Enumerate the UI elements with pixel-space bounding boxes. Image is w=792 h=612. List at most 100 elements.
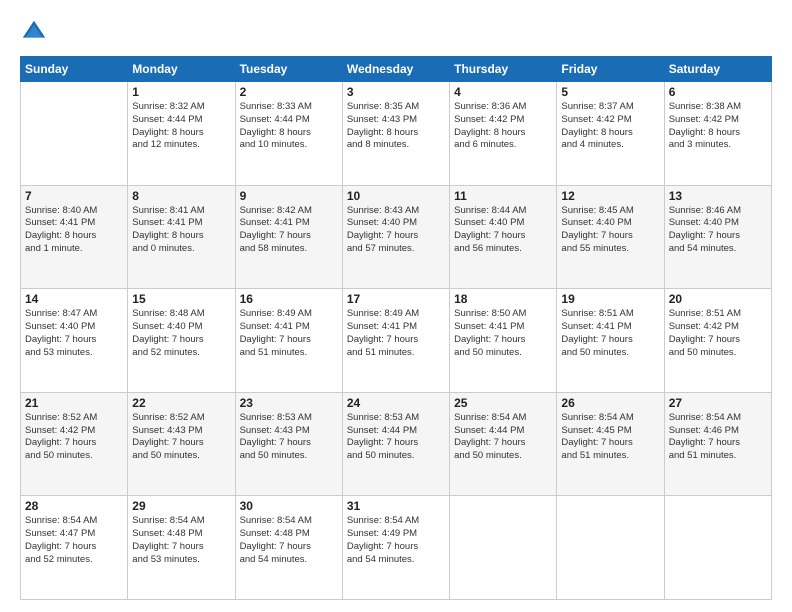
cell-daylight-info: Sunrise: 8:48 AM Sunset: 4:40 PM Dayligh… (132, 308, 230, 359)
day-number: 20 (669, 292, 767, 306)
cell-daylight-info: Sunrise: 8:54 AM Sunset: 4:45 PM Dayligh… (561, 412, 659, 463)
calendar-cell (450, 496, 557, 600)
weekday-header-monday: Monday (128, 57, 235, 82)
calendar-cell: 5 Sunrise: 8:37 AM Sunset: 4:42 PM Daylig… (557, 82, 664, 186)
calendar-cell: 16 Sunrise: 8:49 AM Sunset: 4:41 PM Dayli… (235, 289, 342, 393)
calendar-cell: 3Sunrise: 8:35 AM Sunset: 4:43 PM Daylig… (342, 82, 449, 186)
calendar-cell: 9Sunrise: 8:42 AM Sunset: 4:41 PM Daylig… (235, 185, 342, 289)
day-number: 25 (454, 396, 552, 410)
calendar-week-row: 14 Sunrise: 8:47 AM Sunset: 4:40 PM Dayli… (21, 289, 772, 393)
weekday-header-tuesday: Tuesday (235, 57, 342, 82)
day-number: 16 (240, 292, 338, 306)
cell-daylight-info: Sunrise: 8:46 AM Sunset: 4:40 PM Dayligh… (669, 205, 767, 256)
calendar-cell: 30Sunrise: 8:54 AM Sunset: 4:48 PM Dayli… (235, 496, 342, 600)
weekday-header-saturday: Saturday (664, 57, 771, 82)
day-number: 22 (132, 396, 230, 410)
calendar-cell: 26Sunrise: 8:54 AM Sunset: 4:45 PM Dayli… (557, 392, 664, 496)
calendar-cell: 19 Sunrise: 8:51 AM Sunset: 4:41 PM Dayli… (557, 289, 664, 393)
calendar-week-row: 7 Sunrise: 8:40 AM Sunset: 4:41 PM Daylig… (21, 185, 772, 289)
calendar-cell: 21 Sunrise: 8:52 AM Sunset: 4:42 PM Dayli… (21, 392, 128, 496)
cell-daylight-info: Sunrise: 8:51 AM Sunset: 4:41 PM Dayligh… (561, 308, 659, 359)
weekday-header-friday: Friday (557, 57, 664, 82)
cell-daylight-info: Sunrise: 8:45 AM Sunset: 4:40 PM Dayligh… (561, 205, 659, 256)
day-number: 21 (25, 396, 123, 410)
day-number: 7 (25, 189, 123, 203)
header (20, 18, 772, 46)
logo (20, 18, 52, 46)
cell-daylight-info: Sunrise: 8:47 AM Sunset: 4:40 PM Dayligh… (25, 308, 123, 359)
calendar-cell: 4Sunrise: 8:36 AM Sunset: 4:42 PM Daylig… (450, 82, 557, 186)
calendar-cell: 12 Sunrise: 8:45 AM Sunset: 4:40 PM Dayli… (557, 185, 664, 289)
calendar-cell: 22 Sunrise: 8:52 AM Sunset: 4:43 PM Dayli… (128, 392, 235, 496)
cell-daylight-info: Sunrise: 8:32 AM Sunset: 4:44 PM Dayligh… (132, 101, 230, 152)
day-number: 15 (132, 292, 230, 306)
calendar-table: SundayMondayTuesdayWednesdayThursdayFrid… (20, 56, 772, 600)
day-number: 11 (454, 189, 552, 203)
calendar-week-row: 21 Sunrise: 8:52 AM Sunset: 4:42 PM Dayli… (21, 392, 772, 496)
day-number: 17 (347, 292, 445, 306)
day-number: 12 (561, 189, 659, 203)
cell-daylight-info: Sunrise: 8:38 AM Sunset: 4:42 PM Dayligh… (669, 101, 767, 152)
cell-daylight-info: Sunrise: 8:37 AM Sunset: 4:42 PM Dayligh… (561, 101, 659, 152)
day-number: 31 (347, 499, 445, 513)
calendar-cell: 14 Sunrise: 8:47 AM Sunset: 4:40 PM Dayli… (21, 289, 128, 393)
weekday-header-sunday: Sunday (21, 57, 128, 82)
cell-daylight-info: Sunrise: 8:49 AM Sunset: 4:41 PM Dayligh… (347, 308, 445, 359)
weekday-header-row: SundayMondayTuesdayWednesdayThursdayFrid… (21, 57, 772, 82)
logo-icon (20, 18, 48, 46)
day-number: 24 (347, 396, 445, 410)
calendar-cell: 29 Sunrise: 8:54 AM Sunset: 4:48 PM Dayli… (128, 496, 235, 600)
day-number: 13 (669, 189, 767, 203)
cell-daylight-info: Sunrise: 8:40 AM Sunset: 4:41 PM Dayligh… (25, 205, 123, 256)
calendar-cell (664, 496, 771, 600)
calendar-cell: 11 Sunrise: 8:44 AM Sunset: 4:40 PM Dayli… (450, 185, 557, 289)
cell-daylight-info: Sunrise: 8:52 AM Sunset: 4:43 PM Dayligh… (132, 412, 230, 463)
cell-daylight-info: Sunrise: 8:35 AM Sunset: 4:43 PM Dayligh… (347, 101, 445, 152)
cell-daylight-info: Sunrise: 8:50 AM Sunset: 4:41 PM Dayligh… (454, 308, 552, 359)
day-number: 9 (240, 189, 338, 203)
cell-daylight-info: Sunrise: 8:54 AM Sunset: 4:44 PM Dayligh… (454, 412, 552, 463)
day-number: 23 (240, 396, 338, 410)
calendar-cell: 27 Sunrise: 8:54 AM Sunset: 4:46 PM Dayli… (664, 392, 771, 496)
day-number: 5 (561, 85, 659, 99)
cell-daylight-info: Sunrise: 8:54 AM Sunset: 4:48 PM Dayligh… (240, 515, 338, 566)
cell-daylight-info: Sunrise: 8:54 AM Sunset: 4:48 PM Dayligh… (132, 515, 230, 566)
day-number: 10 (347, 189, 445, 203)
cell-daylight-info: Sunrise: 8:53 AM Sunset: 4:44 PM Dayligh… (347, 412, 445, 463)
cell-daylight-info: Sunrise: 8:54 AM Sunset: 4:47 PM Dayligh… (25, 515, 123, 566)
weekday-header-wednesday: Wednesday (342, 57, 449, 82)
cell-daylight-info: Sunrise: 8:41 AM Sunset: 4:41 PM Dayligh… (132, 205, 230, 256)
day-number: 18 (454, 292, 552, 306)
calendar-cell: 31 Sunrise: 8:54 AM Sunset: 4:49 PM Dayli… (342, 496, 449, 600)
day-number: 4 (454, 85, 552, 99)
calendar-week-row: 1 Sunrise: 8:32 AM Sunset: 4:44 PM Daylig… (21, 82, 772, 186)
day-number: 8 (132, 189, 230, 203)
calendar-cell: 2Sunrise: 8:33 AM Sunset: 4:44 PM Daylig… (235, 82, 342, 186)
calendar-cell: 24 Sunrise: 8:53 AM Sunset: 4:44 PM Dayli… (342, 392, 449, 496)
day-number: 14 (25, 292, 123, 306)
calendar-cell: 23Sunrise: 8:53 AM Sunset: 4:43 PM Dayli… (235, 392, 342, 496)
calendar-cell: 8 Sunrise: 8:41 AM Sunset: 4:41 PM Daylig… (128, 185, 235, 289)
calendar-cell: 15 Sunrise: 8:48 AM Sunset: 4:40 PM Dayli… (128, 289, 235, 393)
day-number: 19 (561, 292, 659, 306)
cell-daylight-info: Sunrise: 8:51 AM Sunset: 4:42 PM Dayligh… (669, 308, 767, 359)
day-number: 1 (132, 85, 230, 99)
calendar-cell: 20 Sunrise: 8:51 AM Sunset: 4:42 PM Dayli… (664, 289, 771, 393)
calendar-cell: 6 Sunrise: 8:38 AM Sunset: 4:42 PM Daylig… (664, 82, 771, 186)
day-number: 29 (132, 499, 230, 513)
cell-daylight-info: Sunrise: 8:44 AM Sunset: 4:40 PM Dayligh… (454, 205, 552, 256)
day-number: 2 (240, 85, 338, 99)
calendar-cell: 17 Sunrise: 8:49 AM Sunset: 4:41 PM Dayli… (342, 289, 449, 393)
day-number: 27 (669, 396, 767, 410)
cell-daylight-info: Sunrise: 8:43 AM Sunset: 4:40 PM Dayligh… (347, 205, 445, 256)
cell-daylight-info: Sunrise: 8:49 AM Sunset: 4:41 PM Dayligh… (240, 308, 338, 359)
calendar-cell: 7 Sunrise: 8:40 AM Sunset: 4:41 PM Daylig… (21, 185, 128, 289)
calendar-week-row: 28Sunrise: 8:54 AM Sunset: 4:47 PM Dayli… (21, 496, 772, 600)
calendar-cell: 18 Sunrise: 8:50 AM Sunset: 4:41 PM Dayli… (450, 289, 557, 393)
cell-daylight-info: Sunrise: 8:54 AM Sunset: 4:49 PM Dayligh… (347, 515, 445, 566)
cell-daylight-info: Sunrise: 8:52 AM Sunset: 4:42 PM Dayligh… (25, 412, 123, 463)
calendar-cell (557, 496, 664, 600)
cell-daylight-info: Sunrise: 8:54 AM Sunset: 4:46 PM Dayligh… (669, 412, 767, 463)
calendar-cell: 10 Sunrise: 8:43 AM Sunset: 4:40 PM Dayli… (342, 185, 449, 289)
day-number: 6 (669, 85, 767, 99)
